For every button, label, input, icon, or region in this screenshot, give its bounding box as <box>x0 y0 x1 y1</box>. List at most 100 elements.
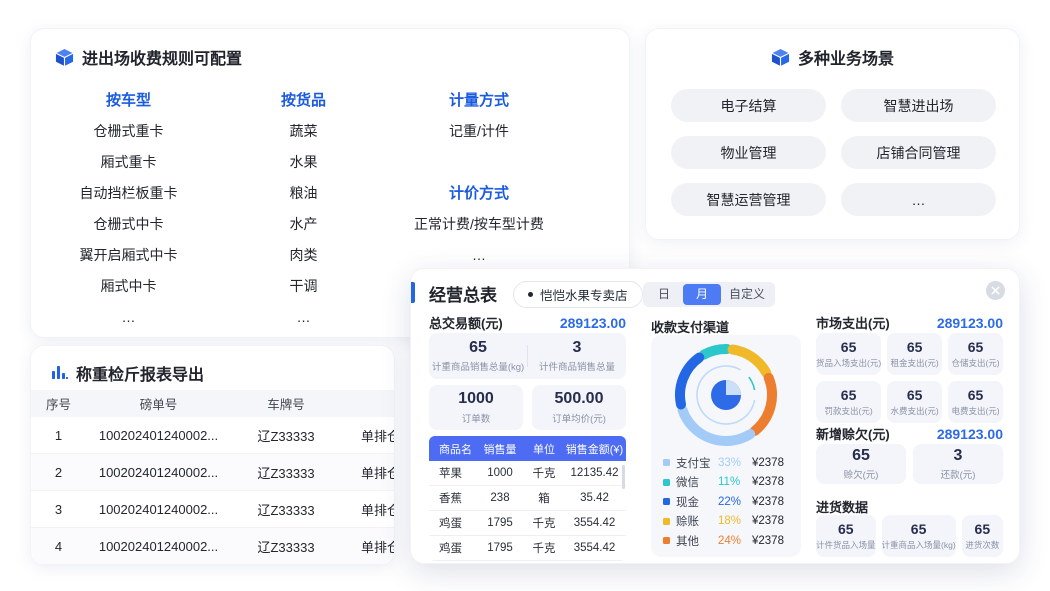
table-row[interactable]: 鸡蛋 1795 千克 3554.42 <box>429 536 626 561</box>
legend-swatch <box>663 498 670 505</box>
weigh-table-header: 序号 磅单号 车牌号 车型 <box>31 390 395 417</box>
scenarios-panel: 多种业务场景 电子结算 智慧进出场 物业管理 店铺合同管理 智慧运营管理 … <box>645 28 1020 240</box>
table-row[interactable]: 鸡蛋 1795 千克 3554.42 <box>429 511 626 536</box>
expense-card: 65 电费支出(元) <box>948 381 1003 423</box>
stat-value: 65 <box>975 521 991 537</box>
tab-day[interactable]: 日 <box>645 284 683 305</box>
cell-vtype: 单排仓 <box>341 500 395 519</box>
stat-value: 65 <box>469 339 487 357</box>
cell-unit: 千克 <box>525 465 563 481</box>
fee-col-goods: 按货品 蔬菜 水果 粮油 水产 肉类 干调 … <box>216 85 391 333</box>
business-summary-panel: 经营总表 恺恺水果专卖店 日 月 自定义 总交易额(元) 289123.00 6… <box>410 268 1020 564</box>
stat-value: 500.00 <box>555 390 604 408</box>
cell-unit: 箱 <box>525 490 563 506</box>
legend-item: 微信 11% ¥2378 <box>663 473 793 493</box>
sales-volume-card: 65 计重商品销售总量(kg) 3 计件商品销售总量 <box>429 333 626 379</box>
repayment-card: 3 还款(元) <box>913 444 1003 484</box>
fee-col-measure-price: 计量方式 记重/计件 计价方式 正常计费/按车型计费 … <box>389 85 569 271</box>
purchase-card: 65 进货次数 <box>962 515 1003 557</box>
cell-seq: 2 <box>31 465 86 480</box>
cell-unit: 千克 <box>525 540 563 556</box>
legend-amount: ¥2378 <box>752 515 793 527</box>
expense-card: 65 货品入场支出(元) <box>816 333 881 375</box>
fee-rules-header: 进出场收费规则可配置 <box>55 45 242 69</box>
stat-label: 订单数 <box>462 411 491 425</box>
scenario-button-operation[interactable]: 智慧运营管理 <box>671 183 826 216</box>
cell-product: 鸡蛋 <box>429 515 475 531</box>
cell-amount: 12135.42 <box>563 467 626 479</box>
scrollbar[interactable] <box>622 465 625 489</box>
market-expense-row: 市场支出(元) 289123.00 <box>816 313 1003 332</box>
close-icon[interactable] <box>986 281 1005 300</box>
cell-qty: 238 <box>475 492 525 504</box>
legend-swatch <box>663 537 670 544</box>
expense-card: 65 仓储支出(元) <box>948 333 1003 375</box>
legend-item: 支付宝 33% ¥2378 <box>663 453 793 473</box>
cell-vtype: 单排仓 <box>341 537 395 556</box>
cell-unit: 千克 <box>525 515 563 531</box>
fee-item: 记重/计件 <box>389 116 569 147</box>
store-selector[interactable]: 恺恺水果专卖店 <box>513 281 643 308</box>
order-avg-card: 500.00 订单均价(元) <box>532 385 626 430</box>
market-expense-value: 289123.00 <box>937 315 1003 331</box>
fee-item: 厢式重卡 <box>41 147 216 178</box>
cell-vtype: 单排仓 <box>341 426 395 445</box>
legend-name: 赊账 <box>676 513 718 529</box>
table-row[interactable]: 4 100202401240002... 辽Z33333 单排仓 <box>31 528 395 565</box>
scenario-button-entry-exit[interactable]: 智慧进出场 <box>841 89 996 122</box>
cell-seq: 4 <box>31 539 86 554</box>
legend-swatch <box>663 459 670 466</box>
stat-label: 计重商品销售总量(kg) <box>432 359 524 373</box>
cell-ticket: 100202401240002... <box>86 465 231 480</box>
col-ticket: 磅单号 <box>86 394 231 413</box>
tab-month[interactable]: 月 <box>683 284 721 305</box>
cell-plate: 辽Z33333 <box>231 463 341 482</box>
legend-item: 现金 22% ¥2378 <box>663 492 793 512</box>
col-amount: 销售金额(¥) <box>563 441 626 457</box>
weigh-report-title: 称重检斤报表导出 <box>76 361 204 385</box>
order-cards: 1000 订单数 500.00 订单均价(元) <box>429 385 626 430</box>
stat-label: 订单均价(元) <box>552 411 606 425</box>
cell-product: 香蕉 <box>429 490 475 506</box>
table-row[interactable]: 2 100202401240002... 辽Z33333 单排仓 <box>31 454 395 491</box>
stat-label: 货品入场支出(元) <box>816 357 881 369</box>
stat-label: 罚款支出(元) <box>825 405 873 417</box>
table-row[interactable]: 3 100202401240002... 辽Z33333 单排仓 <box>31 491 395 528</box>
legend-item: 赊账 18% ¥2378 <box>663 512 793 532</box>
fee-col-vehicle: 按车型 仓栅式重卡 厢式重卡 自动挡栏板重卡 仓栅式中卡 翼开启厢式中卡 厢式中… <box>41 85 216 333</box>
scenario-button-settlement[interactable]: 电子结算 <box>671 89 826 122</box>
legend-name: 支付宝 <box>676 455 718 471</box>
scenarios-title: 多种业务场景 <box>798 45 894 69</box>
scenario-button-contract[interactable]: 店铺合同管理 <box>841 136 996 169</box>
cell-vtype: 单排仓 <box>341 463 395 482</box>
fee-col-header: 按货品 <box>216 85 391 116</box>
table-row[interactable]: 1 100202401240002... 辽Z33333 单排仓 <box>31 417 395 454</box>
fee-col-header: 按车型 <box>41 85 216 116</box>
cell-seq: 3 <box>31 502 86 517</box>
stat-label: 赊欠(元) <box>844 467 879 481</box>
scenario-button-more[interactable]: … <box>841 183 996 216</box>
scenario-button-property[interactable]: 物业管理 <box>671 136 826 169</box>
table-row[interactable]: 香蕉 238 箱 35.42 <box>429 486 626 511</box>
legend-swatch <box>663 479 670 486</box>
legend-swatch <box>663 518 670 525</box>
stat-label: 仓储支出(元) <box>951 357 999 369</box>
stat-label: 计件商品销售总量 <box>539 359 615 373</box>
col-product: 商品名 <box>429 441 475 457</box>
product-sales-table: 商品名 销售量 单位 销售金额(¥) 苹果 1000 千克 12135.42 香… <box>429 436 626 561</box>
stat-value: 1000 <box>458 390 494 408</box>
payment-channels-label: 收款支付渠道 <box>651 317 729 336</box>
cell-amount: 3554.42 <box>563 542 626 554</box>
fee-item-more: … <box>389 240 569 271</box>
cell-qty: 1795 <box>475 517 525 529</box>
fee-item: 自动挡栏板重卡 <box>41 178 216 209</box>
table-row[interactable]: 苹果 1000 千克 12135.42 <box>429 461 626 486</box>
legend-pct: 24% <box>718 535 752 547</box>
cell-plate: 辽Z33333 <box>231 426 341 445</box>
purchase-data-label: 进货数据 <box>816 497 868 516</box>
weigh-table: 序号 磅单号 车牌号 车型 1 100202401240002... 辽Z333… <box>31 390 395 565</box>
tab-custom[interactable]: 自定义 <box>721 284 773 305</box>
total-transaction-row: 总交易额(元) 289123.00 <box>429 313 626 332</box>
new-credit-value: 289123.00 <box>937 426 1003 442</box>
fee-item: 仓栅式重卡 <box>41 116 216 147</box>
